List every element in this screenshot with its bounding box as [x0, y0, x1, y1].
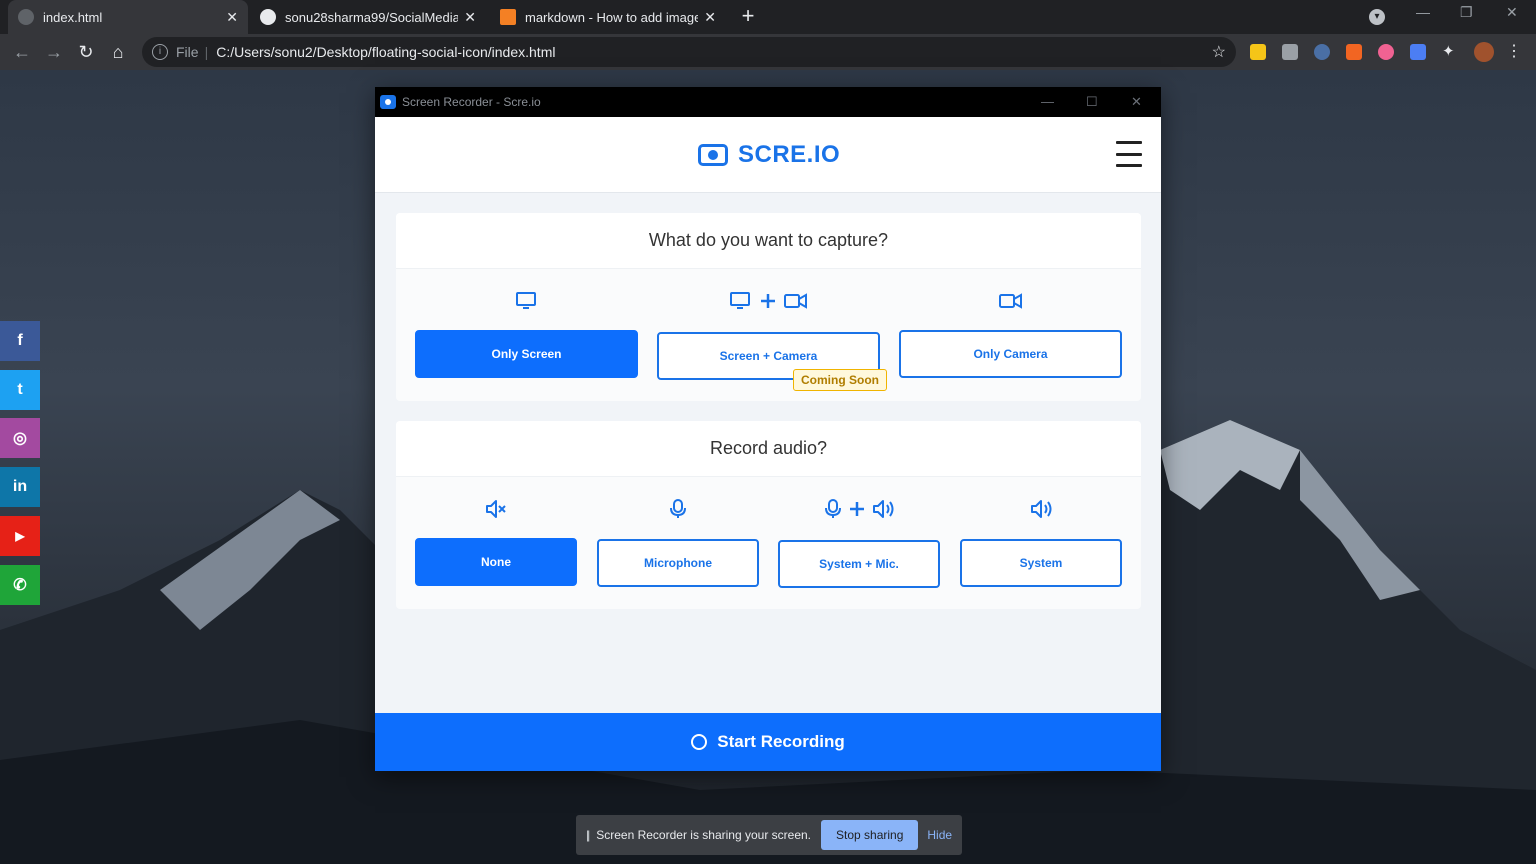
kebab-menu-icon[interactable]: ⋮: [1506, 44, 1522, 60]
stop-sharing-button[interactable]: Stop sharing: [821, 820, 919, 850]
tab-title: sonu28sharma99/SocialMedia-ic: [285, 9, 459, 25]
hide-button[interactable]: Hide: [927, 828, 952, 842]
mail-extension-icon[interactable]: [1282, 44, 1298, 60]
cursor-extension-icon[interactable]: [1314, 44, 1330, 60]
tab-stackoverflow[interactable]: markdown - How to add images ✕: [490, 0, 726, 34]
microphone-button[interactable]: Microphone: [597, 539, 759, 587]
speaker-mute-icon: [486, 500, 506, 518]
tab-title: markdown - How to add images: [525, 9, 699, 25]
instagram-icon[interactable]: ◎: [0, 418, 40, 458]
microphone-plus-speaker-icon: [825, 499, 894, 518]
window-title-bar: Screen Recorder - Scre.io — ☐ ✕: [375, 87, 1161, 117]
profile-dropdown-icon[interactable]: ▾: [1369, 9, 1385, 25]
audio-heading: Record audio?: [396, 421, 1141, 477]
globe-icon: [18, 9, 34, 25]
extension-icon[interactable]: [1250, 44, 1266, 60]
maximize-icon[interactable]: ❐: [1460, 4, 1473, 21]
only-camera-button[interactable]: Only Camera: [899, 330, 1122, 378]
start-recording-button[interactable]: Start Recording: [375, 713, 1161, 771]
minimize-icon[interactable]: —: [1041, 94, 1054, 109]
audio-card: Record audio? None Microphone System + M…: [396, 421, 1141, 609]
brave-extension-icon[interactable]: [1346, 44, 1362, 60]
forward-icon[interactable]: →: [42, 40, 66, 64]
url-text[interactable]: C:/Users/sonu2/Desktop/floating-social-i…: [216, 44, 555, 60]
info-icon[interactable]: i: [152, 44, 168, 60]
close-icon[interactable]: ✕: [1131, 94, 1142, 110]
monitor-plus-camera-icon: [730, 292, 807, 309]
browser-tab-bar: index.html ✕ sonu28sharma99/SocialMedia-…: [0, 0, 1536, 34]
logo-text: SCRE.IO: [738, 141, 841, 168]
tab-index-html[interactable]: index.html ✕: [8, 0, 248, 34]
bookmark-star-icon[interactable]: ☆: [1212, 42, 1226, 62]
hamburger-menu-icon[interactable]: [1116, 141, 1142, 167]
start-recording-label: Start Recording: [717, 732, 845, 751]
tab-close-icon[interactable]: ✕: [226, 9, 238, 26]
screen-recorder-extension-icon[interactable]: [1410, 44, 1426, 60]
puzzle-extensions-icon[interactable]: ✦: [1442, 44, 1458, 60]
reload-icon[interactable]: ↻: [74, 40, 98, 64]
screen-sharing-bar: || Screen Recorder is sharing your scree…: [576, 815, 962, 855]
twitter-icon[interactable]: t: [0, 370, 40, 410]
close-icon[interactable]: ✕: [1506, 4, 1518, 21]
capture-heading: What do you want to capture?: [396, 213, 1141, 269]
home-icon[interactable]: ⌂: [106, 40, 130, 64]
speaker-icon: [1031, 500, 1052, 518]
window-title: Screen Recorder - Scre.io: [402, 95, 541, 109]
coming-soon-badge: Coming Soon: [793, 369, 887, 391]
microphone-icon: [670, 499, 686, 518]
camera-logo-icon: [698, 144, 728, 166]
avatar[interactable]: [1474, 42, 1494, 62]
stackoverflow-icon: [500, 9, 516, 25]
youtube-icon[interactable]: ▶: [0, 516, 40, 556]
url-separator: |: [204, 44, 209, 60]
only-screen-button[interactable]: Only Screen: [415, 330, 638, 378]
audio-none-button[interactable]: None: [415, 538, 577, 586]
maximize-icon[interactable]: ☐: [1086, 94, 1098, 110]
system-audio-button[interactable]: System: [960, 539, 1122, 587]
monitor-icon: [516, 292, 536, 309]
tab-title: index.html: [43, 9, 103, 25]
back-icon[interactable]: ←: [10, 40, 34, 64]
whatsapp-icon[interactable]: ✆: [0, 565, 40, 605]
tab-close-icon[interactable]: ✕: [704, 9, 716, 26]
browser-toolbar: ← → ↻ ⌂ i File | C:/Users/sonu2/Desktop/…: [0, 34, 1536, 70]
tab-github[interactable]: sonu28sharma99/SocialMedia-ic ✕: [250, 0, 486, 34]
record-circle-icon: [691, 734, 708, 750]
minimize-icon[interactable]: —: [1416, 4, 1430, 20]
app-icon: [380, 95, 396, 109]
url-scheme: File: [176, 44, 199, 60]
capture-card: What do you want to capture? Only Screen…: [396, 213, 1141, 401]
linkedin-icon[interactable]: in: [0, 467, 40, 507]
app-header: SCRE.IO: [375, 117, 1161, 193]
record-extension-icon[interactable]: [1378, 44, 1394, 60]
address-bar[interactable]: i File | C:/Users/sonu2/Desktop/floating…: [142, 37, 1236, 67]
system-mic-button[interactable]: System + Mic.: [778, 540, 940, 588]
tab-close-icon[interactable]: ✕: [464, 9, 476, 26]
pause-icon: ||: [586, 828, 590, 842]
screen-recorder-window: Screen Recorder - Scre.io — ☐ ✕ SCRE.IO …: [375, 87, 1161, 771]
facebook-icon[interactable]: f: [0, 321, 40, 361]
logo[interactable]: SCRE.IO: [698, 141, 840, 169]
github-icon: [260, 9, 276, 25]
sharing-message: Screen Recorder is sharing your screen.: [596, 828, 811, 842]
video-camera-icon: [999, 293, 1022, 309]
new-tab-button[interactable]: +: [736, 5, 760, 29]
